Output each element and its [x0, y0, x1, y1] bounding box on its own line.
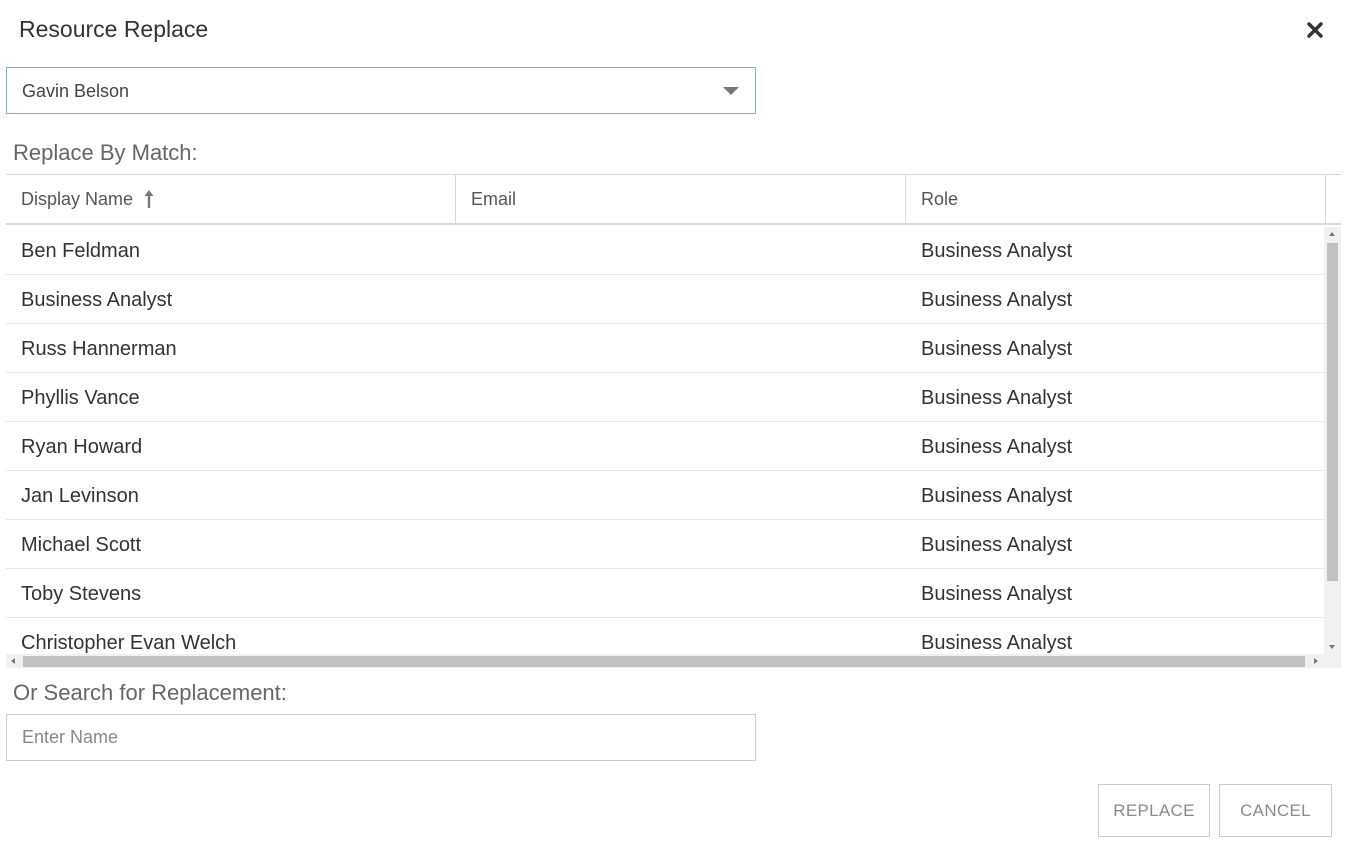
close-button[interactable]: [1303, 18, 1327, 42]
cell-role: Business Analyst: [921, 485, 1073, 507]
cell-email: [456, 471, 906, 520]
table-row[interactable]: Toby Stevens Business Analyst: [6, 569, 1324, 618]
grid-header: Display Name Email Role: [6, 175, 1341, 225]
cell-display-name: Ben Feldman: [21, 240, 140, 262]
column-header-label: Display Name: [21, 188, 134, 209]
cell-role: Business Analyst: [921, 289, 1073, 311]
scroll-left-icon[interactable]: [11, 658, 15, 664]
resource-dropdown[interactable]: Gavin Belson: [6, 67, 756, 114]
table-row[interactable]: Business Analyst Business Analyst: [6, 275, 1324, 324]
replacement-search-input[interactable]: [6, 714, 756, 761]
cell-role: Business Analyst: [921, 436, 1073, 458]
column-header-email[interactable]: Email: [456, 175, 906, 223]
replace-button[interactable]: REPLACE: [1098, 784, 1210, 837]
cell-role: Business Analyst: [921, 632, 1073, 654]
scroll-right-icon[interactable]: [1314, 658, 1318, 664]
cell-role: Business Analyst: [921, 387, 1073, 409]
cell-display-name: Jan Levinson: [21, 485, 139, 507]
table-row[interactable]: Michael Scott Business Analyst: [6, 520, 1324, 569]
sort-ascending-icon: [143, 189, 155, 209]
cell-role: Business Analyst: [921, 240, 1073, 262]
vertical-scrollbar[interactable]: [1324, 227, 1341, 654]
column-header-label: Email: [471, 188, 517, 209]
grid-body: Ben Feldman Business Analyst Business An…: [6, 226, 1324, 654]
scroll-down-icon[interactable]: [1329, 645, 1335, 649]
table-row[interactable]: Ryan Howard Business Analyst: [6, 422, 1324, 471]
cell-role: Business Analyst: [921, 338, 1073, 360]
dialog-title: Resource Replace: [19, 16, 209, 42]
column-header-role[interactable]: Role: [906, 175, 1326, 223]
chevron-down-icon: [723, 87, 739, 95]
cell-display-name: Christopher Evan Welch: [21, 632, 237, 654]
replace-by-match-label: Replace By Match:: [13, 140, 198, 165]
resource-dropdown-value: Gavin Belson: [22, 81, 130, 101]
cell-email: [456, 373, 906, 422]
cell-email: [456, 520, 906, 569]
horizontal-scroll-thumb[interactable]: [23, 656, 1305, 667]
table-row[interactable]: Phyllis Vance Business Analyst: [6, 373, 1324, 422]
cell-display-name: Ryan Howard: [21, 436, 143, 458]
cell-display-name: Phyllis Vance: [21, 387, 140, 409]
cell-email: [456, 226, 906, 275]
cell-role: Business Analyst: [921, 583, 1073, 605]
table-row[interactable]: Christopher Evan Welch Business Analyst: [6, 618, 1324, 654]
cell-display-name: Toby Stevens: [21, 583, 142, 605]
column-header-label: Role: [921, 188, 959, 209]
horizontal-scrollbar[interactable]: [6, 654, 1341, 668]
cell-display-name: Russ Hannerman: [21, 338, 177, 360]
close-icon: [1307, 22, 1323, 38]
cell-email: [456, 569, 906, 618]
scroll-up-icon[interactable]: [1329, 232, 1335, 236]
cell-display-name: Michael Scott: [21, 534, 142, 556]
table-row[interactable]: Ben Feldman Business Analyst: [6, 226, 1324, 275]
cell-email: [456, 324, 906, 373]
cell-email: [456, 275, 906, 324]
cell-display-name: Business Analyst: [21, 289, 173, 311]
table-row[interactable]: Russ Hannerman Business Analyst: [6, 324, 1324, 373]
table-row[interactable]: Jan Levinson Business Analyst: [6, 471, 1324, 520]
search-replacement-label: Or Search for Replacement:: [13, 680, 287, 705]
cell-email: [456, 422, 906, 471]
cell-email: [456, 618, 906, 654]
column-header-display-name[interactable]: Display Name: [6, 175, 456, 223]
vertical-scroll-thumb[interactable]: [1327, 243, 1338, 581]
cancel-button[interactable]: CANCEL: [1219, 784, 1332, 837]
match-grid: Display Name Email Role Ben Feldman Busi…: [6, 174, 1341, 668]
cell-role: Business Analyst: [921, 534, 1073, 556]
